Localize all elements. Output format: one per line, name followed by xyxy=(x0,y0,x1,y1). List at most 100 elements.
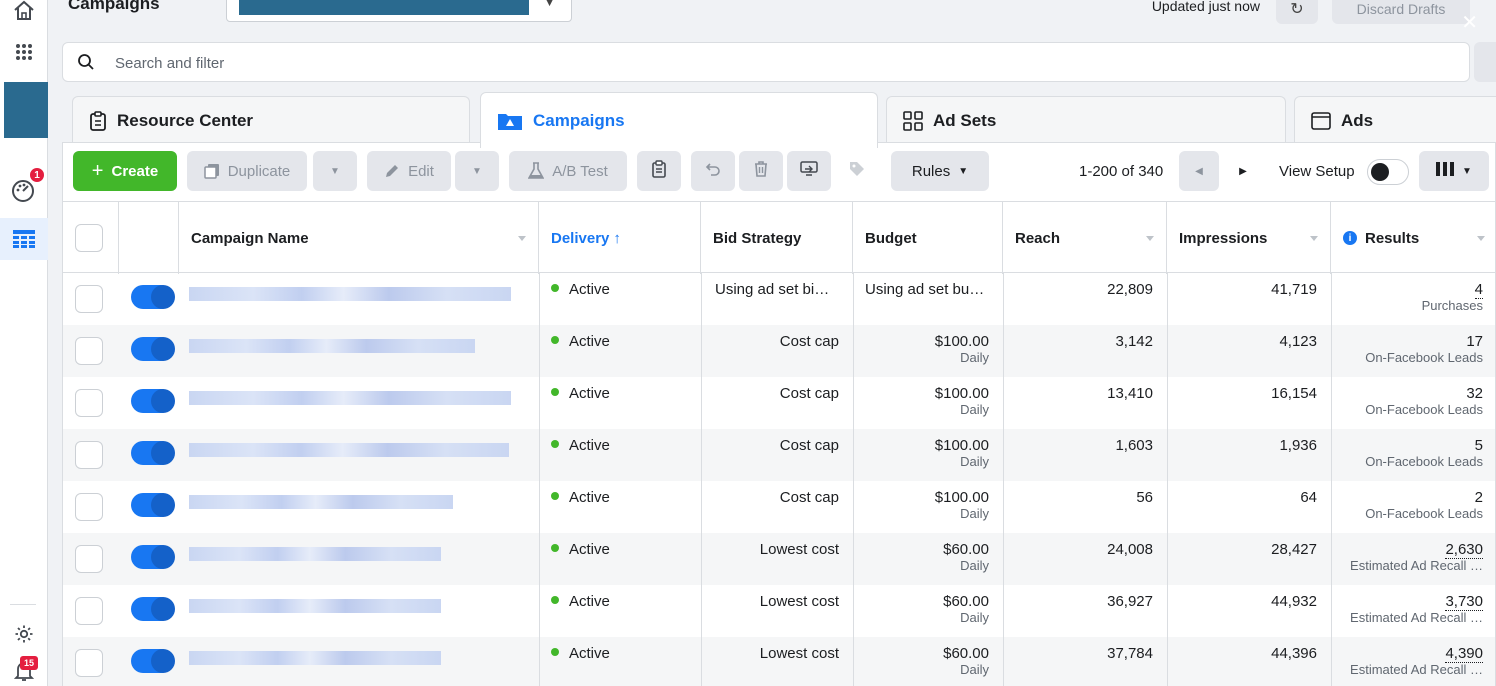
results-value: 2 xyxy=(1474,489,1483,506)
row-checkbox[interactable] xyxy=(75,649,103,677)
redacted-campaign-name[interactable] xyxy=(189,339,475,353)
duplicate-dropdown-button[interactable]: ▼ xyxy=(313,151,357,191)
redacted-campaign-name[interactable] xyxy=(189,599,441,613)
home-icon[interactable] xyxy=(0,0,48,20)
reach-value: 1,603 xyxy=(1115,437,1153,454)
delivery-status: Active xyxy=(569,385,610,402)
header-impressions[interactable]: Impressions xyxy=(1167,202,1331,274)
tag-button[interactable] xyxy=(835,151,879,191)
results-value: 3,730 xyxy=(1445,593,1483,611)
clipboard-icon xyxy=(652,160,666,182)
sort-caret-icon xyxy=(518,236,526,241)
tab-ad-sets[interactable]: Ad Sets xyxy=(886,96,1286,144)
tab-label: Ad Sets xyxy=(933,110,997,130)
account-avatar[interactable] xyxy=(4,82,48,138)
table-row[interactable]: Active Cost cap $100.00 Daily 56 64 2 On-Facebo… xyxy=(63,481,1495,533)
redacted-campaign-name[interactable] xyxy=(189,287,511,301)
campaign-status-toggle[interactable] xyxy=(131,441,175,465)
duplicate-button[interactable]: Duplicate xyxy=(187,151,307,191)
delete-button[interactable] xyxy=(739,151,783,191)
apps-grid-icon[interactable] xyxy=(0,40,48,64)
table-row[interactable]: Active Using ad set bi… Using ad set bu… 22… xyxy=(63,273,1495,325)
row-checkbox[interactable] xyxy=(75,389,103,417)
export-icon xyxy=(800,161,818,181)
refresh-button[interactable]: ↻ xyxy=(1276,0,1318,24)
table-row[interactable]: Active Lowest cost $60.00 Daily 37,784 44,396… xyxy=(63,637,1495,686)
table-row[interactable]: Active Cost cap $100.00 Daily 3,142 4,123 17 On… xyxy=(63,325,1495,377)
redacted-campaign-name[interactable] xyxy=(189,547,441,561)
redacted-campaign-name[interactable] xyxy=(189,495,453,509)
search-side-button[interactable] xyxy=(1474,42,1496,82)
delivery-status: Active xyxy=(569,541,610,558)
campaign-status-toggle[interactable] xyxy=(131,545,175,569)
header-budget[interactable]: Budget xyxy=(853,202,1003,274)
impressions-value: 44,396 xyxy=(1271,645,1317,662)
header-label: Budget xyxy=(865,229,917,247)
select-all-checkbox[interactable] xyxy=(75,224,103,252)
results-value: 4,390 xyxy=(1445,645,1483,663)
delivery-cell: Active xyxy=(551,377,701,429)
active-status-dot xyxy=(551,388,559,397)
table-row[interactable]: Active Lowest cost $60.00 Daily 36,927 44,932… xyxy=(63,585,1495,637)
campaign-status-toggle[interactable] xyxy=(131,389,175,413)
impressions-value: 16,154 xyxy=(1271,385,1317,402)
header-campaign-name[interactable]: Campaign Name xyxy=(179,202,539,274)
caret-down-icon: ▼ xyxy=(472,165,482,177)
campaign-status-toggle[interactable] xyxy=(131,285,175,309)
campaign-status-toggle[interactable] xyxy=(131,649,175,673)
row-checkbox[interactable] xyxy=(75,441,103,469)
discard-drafts-button[interactable]: Discard Drafts xyxy=(1332,0,1470,24)
campaigns-table-icon[interactable] xyxy=(0,218,48,260)
results-cell: 3,730 Estimated Ad Recall … xyxy=(1331,585,1496,637)
header-reach[interactable]: Reach xyxy=(1003,202,1167,274)
row-checkbox[interactable] xyxy=(75,285,103,313)
export-button[interactable] xyxy=(787,151,831,191)
tab-campaigns[interactable]: Campaigns xyxy=(480,92,878,148)
rules-button[interactable]: Rules ▼ xyxy=(891,151,989,191)
redacted-campaign-name[interactable] xyxy=(189,391,511,405)
table-row[interactable]: Active Lowest cost $60.00 Daily 24,008 28,427… xyxy=(63,533,1495,585)
sort-ascending-icon: ↑ xyxy=(613,229,621,247)
sort-caret-icon xyxy=(1310,236,1318,241)
settings-gear-icon[interactable] xyxy=(0,622,48,646)
close-icon[interactable]: ✕ xyxy=(1461,10,1478,35)
next-page-button[interactable]: ▶ xyxy=(1223,151,1263,191)
table-row[interactable]: Active Cost cap $100.00 Daily 13,410 16,154 32… xyxy=(63,377,1495,429)
undo-button[interactable] xyxy=(691,151,735,191)
toolbar: + Create Duplicate ▼ Edit ▼ A/B Test Rul… xyxy=(63,143,1495,201)
prev-page-button[interactable]: ◀ xyxy=(1179,151,1219,191)
campaign-status-toggle[interactable] xyxy=(131,493,175,517)
edit-button[interactable]: Edit xyxy=(367,151,451,191)
row-checkbox[interactable] xyxy=(75,493,103,521)
columns-button[interactable]: ▼ xyxy=(1419,151,1489,191)
header-bid-strategy[interactable]: Bid Strategy xyxy=(701,202,853,274)
tab-ads[interactable]: Ads xyxy=(1294,96,1496,144)
row-checkbox[interactable] xyxy=(75,337,103,365)
tab-resource-center[interactable]: Resource Center xyxy=(72,96,470,144)
edit-dropdown-button[interactable]: ▼ xyxy=(455,151,499,191)
campaign-status-toggle[interactable] xyxy=(131,337,175,361)
bid-strategy-value: Cost cap xyxy=(779,437,839,454)
clipboard-button[interactable] xyxy=(637,151,681,191)
redacted-campaign-name[interactable] xyxy=(189,443,509,457)
budget-value: $100.00 xyxy=(934,437,989,454)
active-status-dot xyxy=(551,596,559,605)
ad-account-selector[interactable]: ▼ xyxy=(226,0,572,22)
campaign-status-toggle[interactable] xyxy=(131,597,175,621)
header-delivery[interactable]: Delivery ↑ xyxy=(539,202,701,274)
redacted-campaign-name[interactable] xyxy=(189,651,441,665)
reach-value: 3,142 xyxy=(1115,333,1153,350)
ab-test-button[interactable]: A/B Test xyxy=(509,151,627,191)
header-label: Delivery xyxy=(551,229,610,247)
search-input[interactable]: Search and filter xyxy=(62,42,1470,82)
create-button[interactable]: + Create xyxy=(73,151,177,191)
budget-cell: $60.00 Daily xyxy=(853,533,1003,585)
header-results[interactable]: i Results xyxy=(1331,202,1496,274)
row-checkbox[interactable] xyxy=(75,597,103,625)
row-checkbox[interactable] xyxy=(75,545,103,573)
active-status-dot xyxy=(551,544,559,553)
budget-period: Daily xyxy=(960,506,989,521)
table-row[interactable]: Active Cost cap $100.00 Daily 1,603 1,936 5 On-… xyxy=(63,429,1495,481)
active-status-dot xyxy=(551,440,559,449)
view-setup-toggle[interactable] xyxy=(1367,159,1409,185)
